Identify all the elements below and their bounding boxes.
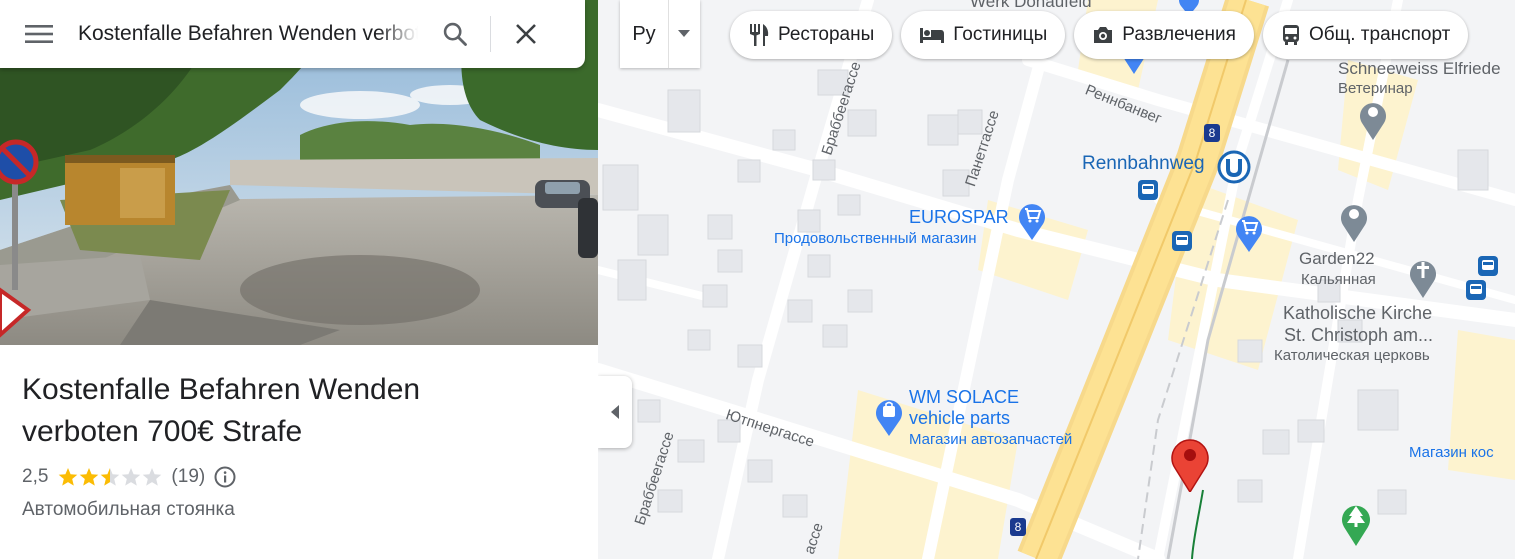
poi-sublabel: Ветеринар xyxy=(1338,80,1413,97)
search-input[interactable]: Kostenfalle Befahren Wenden verboten 700… xyxy=(78,22,418,46)
chip-entertainment-label: Развлечения xyxy=(1122,24,1236,45)
star-icon xyxy=(59,468,78,486)
chip-hotels[interactable]: Гостиницы xyxy=(901,11,1066,59)
star-icon xyxy=(101,468,120,486)
chip-entertainment[interactable]: Развлечения xyxy=(1074,11,1254,59)
fork-knife-icon xyxy=(750,24,769,46)
review-count[interactable]: (19) xyxy=(171,466,205,488)
place-title-line1: Kostenfalle Befahren Wenden xyxy=(22,373,421,406)
place-category[interactable]: Автомобильная стоянка xyxy=(22,499,576,521)
search-button[interactable] xyxy=(420,0,490,68)
selected-place-pin-icon[interactable] xyxy=(1170,436,1210,492)
search-box: Kostenfalle Befahren Wenden verboten 700… xyxy=(0,0,585,68)
poi-sublabel: Католическая церковь xyxy=(1274,347,1430,364)
shopping-cart-pin-icon[interactable] xyxy=(1017,200,1047,240)
star-icon xyxy=(122,468,141,486)
subway-station-icon[interactable] xyxy=(1217,150,1251,184)
hamburger-menu-icon xyxy=(25,25,53,43)
poi-label: St. Christoph am... xyxy=(1284,325,1434,345)
poi-label: Rennbahnweg xyxy=(1082,153,1205,174)
poi-label: Garden22 xyxy=(1299,249,1375,268)
close-button[interactable] xyxy=(491,0,561,68)
route-shield: 8 xyxy=(1010,518,1026,536)
star-icon xyxy=(80,468,99,486)
church-pin-icon[interactable] xyxy=(1408,256,1438,298)
poi-sublabel: Магазин автозапчастей xyxy=(909,431,1073,448)
poi-label: WM SOLACE xyxy=(909,387,1020,407)
poi-sublabel: Продовольственный магазин xyxy=(774,230,977,247)
poi-sublabel: Кальянная xyxy=(1301,271,1376,288)
shopping-cart-pin-icon[interactable] xyxy=(1234,212,1264,252)
caret-left-icon xyxy=(611,405,619,419)
language-dropdown[interactable] xyxy=(668,0,698,68)
chip-transit[interactable]: Общ. транспорт xyxy=(1262,11,1469,59)
category-chips: Рестораны Гостиницы Развлечения Общ. тра… xyxy=(730,11,1469,59)
collapse-panel-button[interactable] xyxy=(598,376,632,448)
bus-stop-icon[interactable] xyxy=(1466,280,1486,300)
bus-stop-icon[interactable] xyxy=(1478,256,1498,276)
place-title: Kostenfalle Befahren Wenden verboten 700… xyxy=(22,369,576,453)
park-pin-icon[interactable] xyxy=(1340,500,1372,546)
close-icon xyxy=(516,24,536,44)
rating-value: 2,5 xyxy=(22,466,49,487)
camera-icon xyxy=(1094,27,1113,43)
language-label: Ру xyxy=(632,22,656,45)
menu-button[interactable] xyxy=(0,0,78,68)
lounge-pin-icon[interactable] xyxy=(1339,200,1369,242)
search-icon xyxy=(443,22,467,46)
place-info: Kostenfalle Befahren Wenden verboten 700… xyxy=(0,345,598,559)
veterinarian-pin-icon[interactable] xyxy=(1358,98,1388,140)
map-canvas[interactable]: Ру Рестораны Гостиницы Развлечения Общ. … xyxy=(598,0,1515,559)
route-shield: 8 xyxy=(1204,124,1220,142)
poi-label: Katholische Kirche xyxy=(1283,303,1433,323)
chip-transit-label: Общ. транспорт xyxy=(1308,24,1451,45)
poi-sublabel: Магазин кос xyxy=(1409,444,1494,461)
chip-restaurants[interactable]: Рестораны xyxy=(730,11,893,59)
chip-hotels-label: Гостиницы xyxy=(953,24,1048,45)
bus-stop-icon[interactable] xyxy=(1172,231,1192,251)
star-icon xyxy=(143,468,162,486)
shopping-bag-pin-icon[interactable] xyxy=(874,396,904,436)
info-icon[interactable] xyxy=(213,465,237,489)
bus-stop-icon[interactable] xyxy=(1138,180,1158,200)
language-selector[interactable]: Ру xyxy=(620,0,700,68)
place-title-line2: verboten 700€ Strafe xyxy=(22,415,303,448)
caret-down-icon xyxy=(677,30,690,37)
poi-label: vehicle parts xyxy=(909,408,1011,428)
bed-icon xyxy=(920,28,945,43)
poi-label: Schneeweiss Elfriede xyxy=(1338,59,1501,78)
bus-icon xyxy=(1282,25,1299,45)
rating-row: 2,5 (19) xyxy=(22,465,576,489)
poi-label: EUROSPAR xyxy=(909,207,1009,227)
place-panel: Kostenfalle Befahren Wenden verboten 700… xyxy=(0,0,598,559)
rating-stars xyxy=(58,467,163,487)
chip-restaurants-label: Рестораны xyxy=(778,24,875,45)
